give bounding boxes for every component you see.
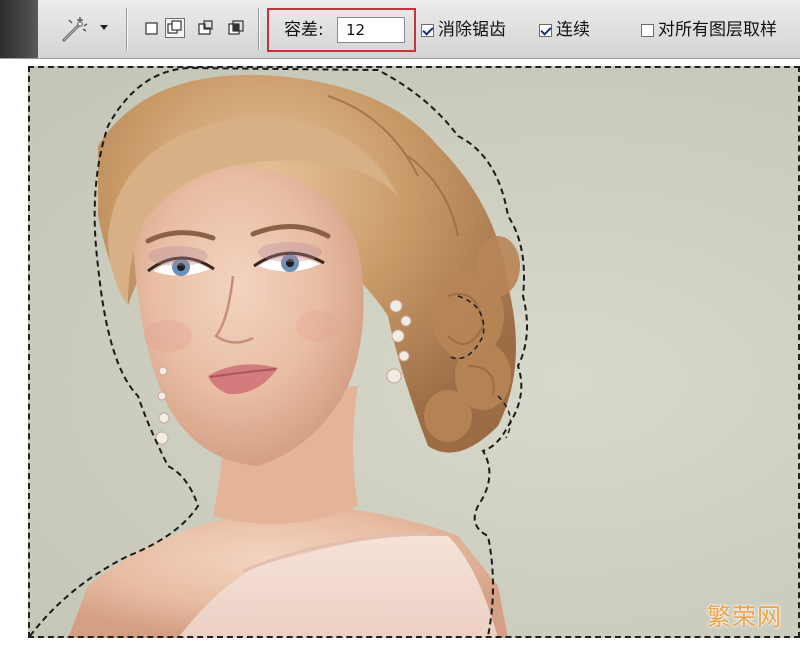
anti-alias-option[interactable]: 消除锯齿 bbox=[421, 18, 506, 42]
magic-wand-icon bbox=[62, 17, 88, 42]
tolerance-label: 容差: bbox=[284, 20, 324, 40]
subtract-from-selection-icon bbox=[198, 20, 213, 35]
chevron-down-icon[interactable] bbox=[100, 25, 108, 30]
anti-alias-label: 消除锯齿 bbox=[438, 20, 506, 40]
anti-alias-checkbox[interactable] bbox=[421, 23, 434, 37]
options-bar: 容差: 消除锯齿 连续 对所有图层取样 bbox=[0, 0, 800, 59]
subtract-from-selection-button[interactable] bbox=[195, 18, 215, 38]
sample-all-layers-label: 对所有图层取样 bbox=[658, 20, 777, 40]
new-selection-icon bbox=[145, 22, 158, 35]
tolerance-input[interactable] bbox=[337, 17, 405, 43]
document-canvas[interactable]: 繁荣网 bbox=[28, 66, 800, 638]
add-to-selection-icon bbox=[167, 20, 182, 34]
contiguous-checkbox[interactable] bbox=[539, 23, 552, 37]
toolbar-divider bbox=[258, 8, 259, 50]
add-to-selection-button[interactable] bbox=[165, 18, 185, 38]
portrait-photo bbox=[29, 66, 528, 638]
intersect-selection-button[interactable] bbox=[226, 18, 246, 38]
sample-all-layers-checkbox[interactable] bbox=[641, 23, 654, 37]
contiguous-label: 连续 bbox=[556, 20, 590, 40]
sample-all-layers-option[interactable]: 对所有图层取样 bbox=[641, 18, 777, 42]
toolbar-divider bbox=[126, 8, 127, 50]
new-selection-button[interactable] bbox=[142, 18, 162, 38]
contiguous-option[interactable]: 连续 bbox=[539, 18, 590, 42]
options-bar-grip[interactable] bbox=[0, 0, 38, 58]
watermark-text: 繁荣网 bbox=[707, 603, 782, 631]
tool-preset-picker[interactable] bbox=[52, 12, 116, 46]
intersect-selection-icon bbox=[228, 20, 244, 35]
